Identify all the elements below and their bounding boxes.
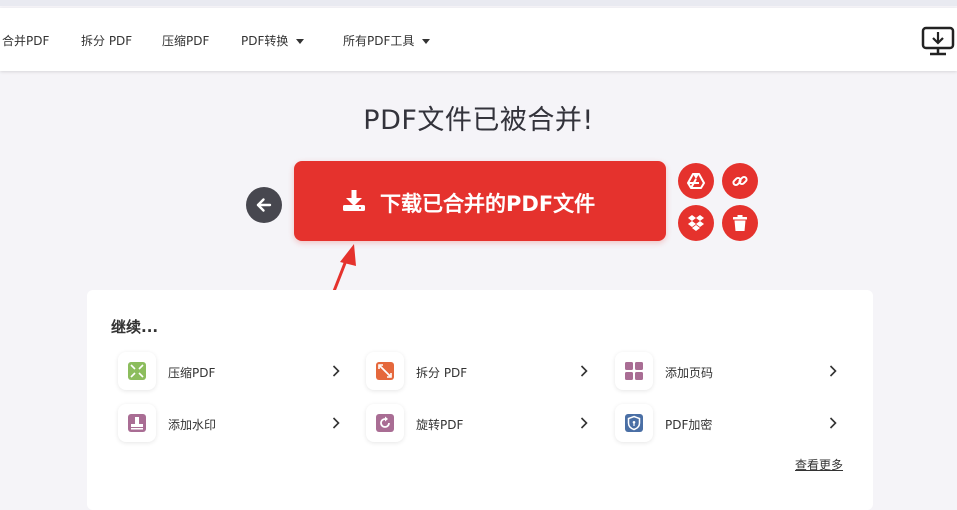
see-more-link[interactable]: 查看更多 — [795, 456, 843, 473]
trash-icon — [733, 215, 747, 231]
page-numbers-icon — [625, 362, 643, 380]
continue-card: 继续... 压缩PDF 拆分 PDF 添加页码 添加水印 旋转PDF PDF加密… — [87, 290, 873, 510]
tool-split-pdf[interactable]: 拆分 PDF — [366, 352, 596, 392]
arrow-left-icon — [256, 198, 272, 212]
top-strip — [0, 0, 957, 6]
continue-heading: 继续... — [111, 318, 159, 336]
tool-label: PDF加密 — [665, 418, 713, 432]
tool-icon-box — [366, 352, 404, 390]
tool-label: 压缩PDF — [168, 366, 216, 380]
tool-icon-box — [118, 352, 156, 390]
nav-merge-pdf[interactable]: 合并PDF — [2, 32, 49, 49]
dropbox-button[interactable] — [678, 205, 714, 241]
top-navbar: 合并PDF 拆分 PDF 压缩PDF PDF转换 所有PDF工具 — [0, 8, 957, 71]
chevron-right-icon — [829, 417, 837, 429]
shield-icon — [625, 414, 643, 432]
dropbox-icon — [688, 215, 704, 231]
tool-icon-box — [615, 404, 653, 442]
watermark-icon — [128, 414, 146, 432]
tool-protect-pdf[interactable]: PDF加密 — [615, 404, 845, 444]
page-title: PDF文件已被合并! — [363, 105, 594, 136]
google-drive-button[interactable] — [678, 163, 714, 199]
tool-label: 旋转PDF — [416, 418, 464, 432]
back-button[interactable] — [246, 187, 282, 223]
tool-icon-box — [615, 352, 653, 390]
tool-label: 拆分 PDF — [416, 366, 468, 380]
nav-compress-pdf[interactable]: 压缩PDF — [162, 32, 209, 49]
chevron-down-icon — [296, 39, 305, 44]
chevron-right-icon — [580, 365, 588, 377]
chevron-right-icon — [829, 365, 837, 377]
delete-button[interactable] — [722, 205, 758, 241]
chevron-right-icon — [332, 365, 340, 377]
tool-label: 添加水印 — [168, 418, 217, 432]
tool-icon-box — [366, 404, 404, 442]
chevron-down-icon — [422, 39, 431, 44]
nav-all-tools-menu[interactable]: 所有PDF工具 — [343, 32, 431, 49]
tool-compress-pdf[interactable]: 压缩PDF — [118, 352, 348, 392]
nav-convert-pdf-label: PDF转换 — [241, 34, 289, 48]
tool-label: 添加页码 — [665, 366, 714, 380]
nav-all-tools-label: 所有PDF工具 — [343, 34, 415, 48]
download-merged-pdf-button[interactable]: 下载已合并的PDF文件 — [294, 161, 666, 241]
link-icon — [732, 175, 748, 187]
tool-add-page-numbers[interactable]: 添加页码 — [615, 352, 845, 392]
google-drive-icon — [687, 173, 705, 189]
compress-icon — [128, 362, 146, 380]
download-icon — [343, 190, 365, 211]
chevron-right-icon — [580, 417, 588, 429]
download-button-label: 下载已合并的PDF文件 — [380, 192, 596, 216]
tool-add-watermark[interactable]: 添加水印 — [118, 404, 348, 444]
nav-convert-pdf-menu[interactable]: PDF转换 — [241, 32, 305, 49]
copy-link-button[interactable] — [722, 163, 758, 199]
rotate-icon — [376, 414, 394, 432]
nav-split-pdf[interactable]: 拆分 PDF — [81, 32, 132, 49]
tool-icon-box — [118, 404, 156, 442]
desktop-download-icon[interactable] — [921, 26, 955, 56]
tool-rotate-pdf[interactable]: 旋转PDF — [366, 404, 596, 444]
split-icon — [376, 362, 394, 380]
chevron-right-icon — [332, 417, 340, 429]
